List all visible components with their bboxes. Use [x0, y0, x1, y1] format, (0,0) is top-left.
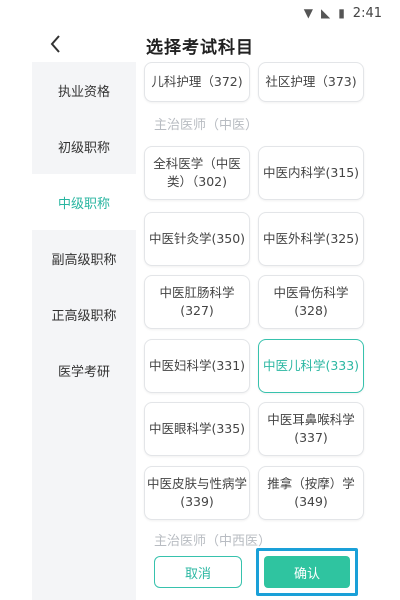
subject-card[interactable]: 中医耳鼻喉科学(337) — [258, 402, 364, 456]
page-title: 选择考试科目 — [146, 37, 254, 58]
status-time: 2:41 — [352, 5, 382, 21]
subject-card[interactable]: 中医针灸学(350) — [144, 212, 250, 266]
subject-card-label: 儿科护理（372) — [151, 74, 243, 89]
section-title: 主治医师（中西医） — [154, 534, 272, 549]
subject-card-label: 中医耳鼻喉科学(337) — [267, 412, 355, 445]
subject-card[interactable]: 儿科护理（372) — [144, 62, 250, 102]
subject-card-label: 中医肛肠科学(327) — [159, 285, 235, 318]
subject-card[interactable]: 社区护理（373) — [258, 62, 364, 102]
subject-card[interactable]: 中医肛肠科学(327) — [144, 275, 250, 329]
subject-card-label: 中医眼科学(335) — [148, 421, 246, 436]
sidebar-item-label: 执业资格 — [57, 84, 110, 100]
subject-card-label: 中医外科学(325) — [262, 231, 360, 246]
subject-card[interactable]: 中医皮肤与性病学(339) — [144, 466, 250, 520]
wifi-icon: ▼ — [303, 6, 313, 20]
sidebar-item-label: 副高级职称 — [51, 252, 117, 268]
subject-card[interactable]: 全科医学（中医类）（302) — [144, 146, 250, 200]
subject-card[interactable]: 中医内科学(315) — [258, 146, 364, 200]
sidebar-item-intermediate-title[interactable]: 中级职称 — [32, 174, 136, 230]
sidebar-item-associate-senior-title[interactable]: 副高级职称 — [32, 230, 136, 286]
status-bar: ▼ ◣ ▮ 2:41 — [0, 0, 400, 26]
header: 选择考试科目 — [0, 28, 400, 62]
subject-card-label: 社区护理（373) — [265, 74, 357, 89]
confirm-button[interactable]: 确认 — [264, 556, 350, 588]
subject-card[interactable]: 中医外科学(325) — [258, 212, 364, 266]
subject-card[interactable]: 中医妇科学(331) — [144, 339, 250, 393]
sidebar-item-label: 正高级职称 — [51, 308, 117, 324]
sidebar-item-label: 初级职称 — [57, 140, 110, 156]
subject-card-label: 中医皮肤与性病学(339) — [146, 476, 247, 509]
sidebar-item-label: 医学考研 — [57, 364, 110, 380]
sidebar-item-practice-qualification[interactable]: 执业资格 — [32, 62, 136, 118]
subject-card-label: 中医儿科学(333) — [262, 358, 360, 373]
subject-card-label: 中医针灸学(350) — [148, 231, 246, 246]
sidebar: 执业资格 初级职称 中级职称 副高级职称 正高级职称 医学考研 — [32, 62, 136, 600]
subject-card[interactable]: 中医骨伤科学(328) — [258, 275, 364, 329]
subject-card[interactable]: 中医眼科学(335) — [144, 402, 250, 456]
subject-list[interactable]: 儿科护理（372) 社区护理（373) 主治医师（中医） 全科医学（中医类）（3… — [136, 62, 372, 600]
confirm-highlight: 确认 — [256, 548, 358, 596]
section-title: 主治医师（中医） — [154, 118, 259, 133]
battery-icon: ▮ — [338, 6, 345, 20]
footer-actions: 取消 确认 — [136, 548, 372, 600]
subject-card-label: 中医妇科学(331) — [148, 358, 246, 373]
subject-card-label: 中医骨伤科学(328) — [273, 285, 349, 318]
sidebar-item-junior-title[interactable]: 初级职称 — [32, 118, 136, 174]
subject-card-label: 推拿（按摩）学(349) — [267, 476, 355, 509]
subject-card-label: 中医内科学(315) — [262, 165, 360, 180]
subject-card[interactable]: 推拿（按摩）学(349) — [258, 466, 364, 520]
cancel-button[interactable]: 取消 — [154, 556, 242, 588]
sidebar-item-senior-title[interactable]: 正高级职称 — [32, 286, 136, 342]
signal-off-icon: ◣ — [320, 6, 331, 20]
sidebar-item-label: 中级职称 — [57, 196, 110, 212]
sidebar-item-medical-postgraduate[interactable]: 医学考研 — [32, 342, 136, 398]
subject-card-label: 全科医学（中医类）（302) — [153, 156, 241, 189]
subject-card-selected[interactable]: 中医儿科学(333) — [258, 339, 364, 393]
